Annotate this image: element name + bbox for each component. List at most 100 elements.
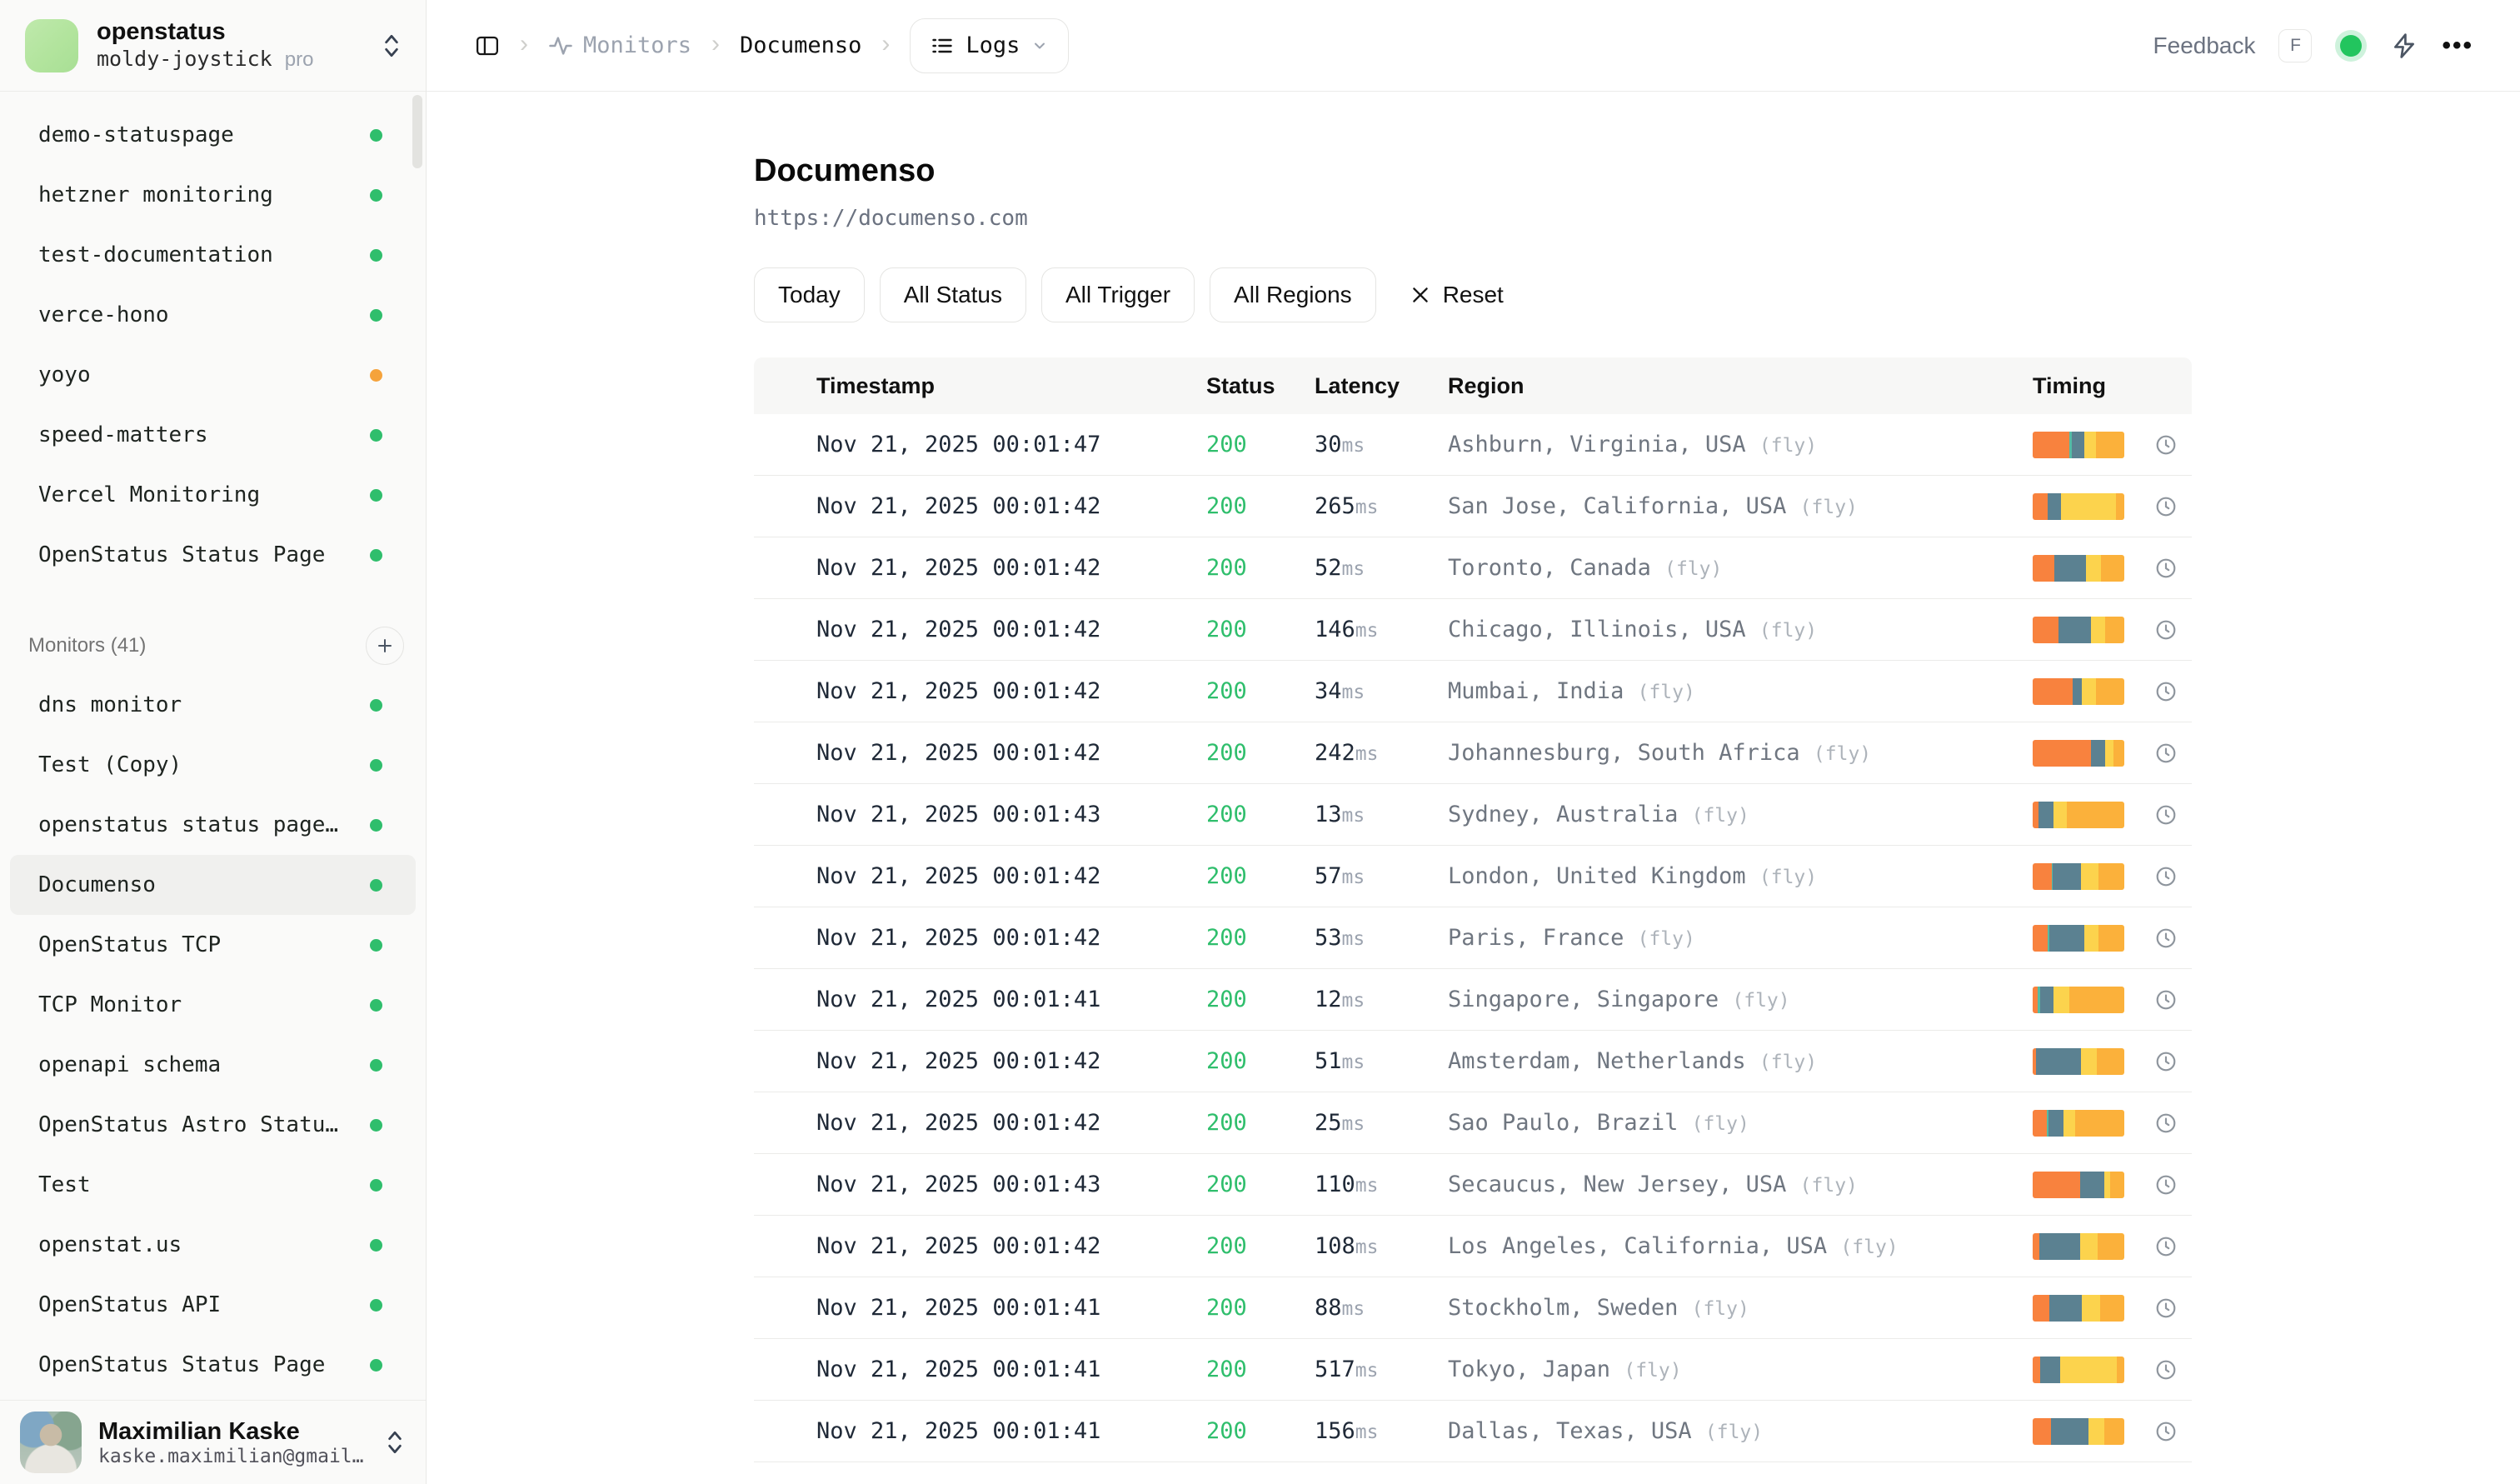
sidebar-monitor-dns-monitor[interactable]: dns monitor [10, 675, 416, 735]
sidebar-monitor-openstatus-astro-statu[interactable]: OpenStatus Astro Statu… [10, 1095, 416, 1155]
timing-details-button[interactable] [2149, 552, 2183, 585]
sidebar-page-openstatus-status-page[interactable]: OpenStatus Status Page [10, 525, 416, 585]
log-row[interactable]: Nov 21, 2025 00:01:42 200 51ms Amsterdam… [754, 1031, 2192, 1092]
log-row[interactable]: Nov 21, 2025 00:01:42 200 242ms Johannes… [754, 722, 2192, 784]
cell-region: Amsterdam, Netherlands (fly) [1448, 1048, 2033, 1074]
sidebar-monitor-documenso[interactable]: Documenso [10, 855, 416, 915]
status-dot [370, 1179, 382, 1192]
lightning-bolt-icon [2390, 32, 2418, 60]
sidebar-page-hetzner-monitoring[interactable]: hetzner monitoring [10, 165, 416, 225]
timing-details-button[interactable] [2149, 613, 2183, 647]
log-row[interactable]: Nov 21, 2025 00:01:43 200 13ms Sydney, A… [754, 784, 2192, 846]
filter-trigger[interactable]: All Trigger [1041, 267, 1195, 322]
sidebar-scrollbar[interactable] [412, 95, 422, 168]
timing-details-button[interactable] [2149, 1353, 2183, 1387]
filter-regions[interactable]: All Regions [1210, 267, 1376, 322]
status-dot [370, 1239, 382, 1252]
sidebar-monitor-openstatus-tcp[interactable]: OpenStatus TCP [10, 915, 416, 975]
sidebar-monitor-tcp-monitor[interactable]: TCP Monitor [10, 975, 416, 1035]
latency-unit: ms [1355, 1360, 1379, 1382]
filter-date[interactable]: Today [754, 267, 865, 322]
status-dot [370, 309, 382, 322]
sidebar-monitor-openstat-us[interactable]: openstat.us [10, 1215, 416, 1275]
more-options-button[interactable]: ••• [2442, 32, 2473, 60]
breadcrumb-monitor-name[interactable]: Documenso [740, 32, 861, 58]
sidebar-item-label: OpenStatus API [38, 1292, 370, 1317]
log-row[interactable]: Nov 21, 2025 00:01:42 200 34ms Mumbai, I… [754, 661, 2192, 722]
sidebar-monitor-test[interactable]: Test [10, 1155, 416, 1215]
timing-details-button[interactable] [2149, 860, 2183, 893]
view-selector-logs[interactable]: Logs [910, 18, 1069, 73]
log-row[interactable]: Nov 21, 2025 00:01:41 200 517ms Tokyo, J… [754, 1339, 2192, 1401]
cell-timestamp: Nov 21, 2025 00:01:41 [816, 1357, 1206, 1382]
timing-bar [2033, 740, 2124, 767]
log-row[interactable]: Nov 21, 2025 00:01:41 200 156ms Dallas, … [754, 1401, 2192, 1462]
cell-region: Sydney, Australia (fly) [1448, 802, 2033, 827]
log-row[interactable]: Nov 21, 2025 00:01:41 200 88ms Stockholm… [754, 1277, 2192, 1339]
cell-timestamp: Nov 21, 2025 00:01:42 [816, 617, 1206, 642]
status-dot [370, 369, 382, 382]
latency-unit: ms [1342, 928, 1365, 950]
reset-filters-button[interactable]: Reset [1410, 282, 1504, 308]
app-window: openstatus moldy-joystick pro demo-statu… [0, 0, 2520, 1484]
log-row[interactable]: Nov 21, 2025 00:01:43 200 110ms Secaucus… [754, 1154, 2192, 1216]
system-status-indicator[interactable] [2335, 30, 2367, 62]
sidebar-page-verce-hono[interactable]: verce-hono [10, 285, 416, 345]
timing-details-button[interactable] [2149, 1292, 2183, 1325]
timing-segment-ttfb [2084, 925, 2099, 952]
user-menu[interactable]: Maximilian Kaske kaske.maximilian@gmail… [0, 1400, 426, 1484]
sidebar-page-vercel-monitoring[interactable]: Vercel Monitoring [10, 465, 416, 525]
sidebar-monitor-openapi-schema[interactable]: openapi schema [10, 1035, 416, 1095]
filter-status[interactable]: All Status [880, 267, 1026, 322]
sidebar-page-test-documentation[interactable]: test-documentation [10, 225, 416, 285]
log-row[interactable]: Nov 21, 2025 00:01:42 200 146ms Chicago,… [754, 599, 2192, 661]
timing-details-button[interactable] [2149, 490, 2183, 523]
timing-details-button[interactable] [2149, 1415, 2183, 1448]
sidebar: openstatus moldy-joystick pro demo-statu… [0, 0, 427, 1484]
timing-details-button[interactable] [2149, 1045, 2183, 1078]
sidebar-monitor-openstatus-status-page[interactable]: openstatus status page… [10, 795, 416, 855]
sidebar-monitor-openstatus-status-page[interactable]: OpenStatus Status Page [10, 1335, 416, 1395]
cell-timestamp: Nov 21, 2025 00:01:42 [816, 1233, 1206, 1259]
breadcrumb-monitors[interactable]: Monitors [548, 32, 691, 58]
timing-details-button[interactable] [2149, 428, 2183, 462]
timing-details-button[interactable] [2149, 1230, 2183, 1263]
workspace-switcher[interactable]: openstatus moldy-joystick pro [0, 0, 426, 92]
timing-segment-ttfb [2081, 1048, 2097, 1075]
sidebar-page-speed-matters[interactable]: speed-matters [10, 405, 416, 465]
log-row[interactable]: Nov 21, 2025 00:01:47 200 30ms Ashburn, … [754, 414, 2192, 476]
cell-region: London, United Kingdom (fly) [1448, 863, 2033, 889]
timing-details-button[interactable] [2149, 798, 2183, 832]
sidebar-item-label: openstatus status page… [38, 812, 370, 837]
timing-bar [2033, 678, 2124, 705]
timing-details-button[interactable] [2149, 737, 2183, 770]
timing-segment-dns [2033, 1110, 2047, 1137]
timing-details-button[interactable] [2149, 922, 2183, 955]
timing-details-button[interactable] [2149, 675, 2183, 708]
timing-details-button[interactable] [2149, 983, 2183, 1017]
latency-unit: ms [1342, 1113, 1365, 1135]
log-row[interactable]: Nov 21, 2025 00:01:42 200 57ms London, U… [754, 846, 2192, 907]
timing-details-button[interactable] [2149, 1107, 2183, 1140]
log-row[interactable]: Nov 21, 2025 00:01:42 200 25ms Sao Paulo… [754, 1092, 2192, 1154]
sidebar-monitor-test-copy[interactable]: Test (Copy) [10, 735, 416, 795]
add-monitor-button[interactable] [366, 627, 404, 665]
timing-details-button[interactable] [2149, 1168, 2183, 1202]
sidebar-page-demo-statuspage[interactable]: demo-statuspage [10, 105, 416, 165]
log-row[interactable]: Nov 21, 2025 00:01:42 200 53ms Paris, Fr… [754, 907, 2192, 969]
log-row[interactable]: Nov 21, 2025 00:01:41 200 12ms Singapore… [754, 969, 2192, 1031]
latency-unit: ms [1342, 682, 1365, 703]
status-dot [2340, 35, 2362, 57]
cell-status: 200 [1206, 1295, 1315, 1321]
log-row[interactable]: Nov 21, 2025 00:01:42 200 108ms Los Ange… [754, 1216, 2192, 1277]
command-menu-button[interactable] [2390, 32, 2418, 60]
sidebar-monitor-openstatus-api[interactable]: OpenStatus API [10, 1275, 416, 1335]
clock-icon [2155, 927, 2177, 949]
sidebar-toggle-button[interactable] [475, 33, 500, 58]
feedback-button[interactable]: Feedback [2153, 32, 2256, 59]
log-row[interactable]: Nov 21, 2025 00:01:42 200 52ms Toronto, … [754, 537, 2192, 599]
timing-bar [2033, 863, 2124, 890]
clock-icon [2155, 619, 2177, 641]
log-row[interactable]: Nov 21, 2025 00:01:42 200 265ms San Jose… [754, 476, 2192, 537]
sidebar-page-yoyo[interactable]: yoyo [10, 345, 416, 405]
